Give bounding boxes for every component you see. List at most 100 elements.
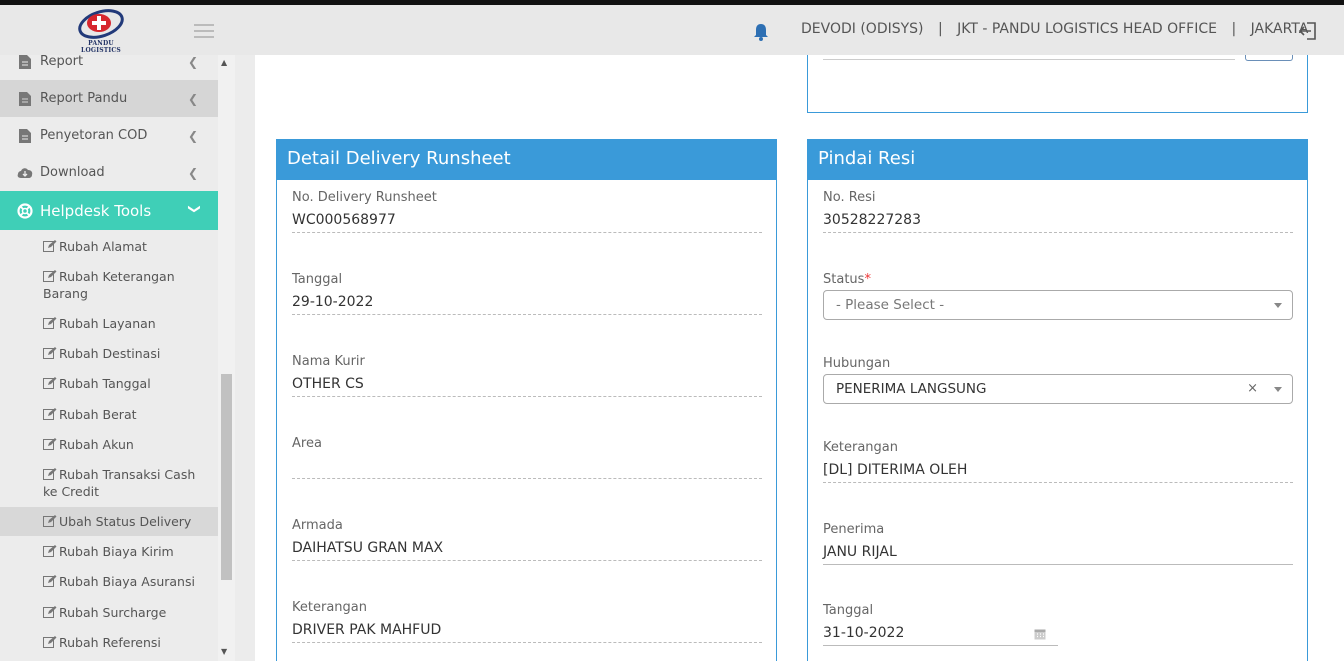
submenu-rubah-berat[interactable]: Rubah Berat (0, 406, 218, 423)
edit-icon (43, 270, 57, 282)
submenu-rubah-layanan[interactable]: Rubah Layanan (0, 315, 218, 332)
scrollbar-thumb[interactable] (221, 374, 232, 580)
edit-icon (43, 545, 57, 557)
scroll-down-arrow-icon[interactable]: ▼ (221, 647, 227, 656)
menu-toggle-icon[interactable] (194, 24, 214, 38)
submenu-label: Ubah Status Delivery (59, 514, 192, 529)
field-armada: Armada DAIHATSU GRAN MAX (292, 518, 762, 561)
edit-icon (43, 408, 57, 420)
submenu-label: Rubah Referensi (59, 635, 161, 650)
field-keterangan-pindai: Keterangan [DL] DITERIMA OLEH (823, 440, 1293, 483)
edit-icon (43, 575, 57, 587)
field-keterangan: Keterangan DRIVER PAK MAHFUD (292, 600, 762, 643)
submenu-rubah-tanggal[interactable]: Rubah Tanggal (0, 375, 218, 392)
edit-icon (43, 636, 57, 648)
pandu-logo[interactable]: PANDU LOGISTICS (70, 8, 132, 54)
file-icon (17, 128, 33, 144)
field-label: No. Delivery Runsheet (292, 190, 437, 205)
submenu-ubah-status-delivery[interactable]: Ubah Status Delivery (0, 507, 218, 536)
field-label: Area (292, 436, 322, 451)
main-content: Detail Delivery Runsheet No. Delivery Ru… (255, 55, 1344, 661)
field-label: Armada (292, 518, 343, 533)
sidebar-item-label: Report Pandu (40, 91, 128, 106)
top-header: PANDU LOGISTICS DEVODI (ODISYS) | JKT - … (0, 5, 1344, 55)
submenu-rubah-surcharge[interactable]: Rubah Surcharge (0, 604, 218, 621)
logo-text: PANDU LOGISTICS (81, 40, 121, 54)
submenu-label: Rubah Keterangan Barang (43, 269, 175, 301)
dropdown-arrow-icon (1274, 303, 1282, 308)
user-name: DEVODI (ODISYS) (801, 21, 924, 37)
sidebar-item-report-pandu[interactable]: Report Pandu ❮ (0, 80, 218, 117)
sidebar-item-report[interactable]: Report ❮ (0, 55, 218, 80)
edit-icon (43, 317, 57, 329)
submenu-label: Rubah Tanggal (59, 376, 151, 391)
submenu-label: Rubah Biaya Kirim (59, 544, 174, 559)
scroll-up-arrow-icon[interactable]: ▲ (221, 58, 227, 67)
submenu-label: Rubah Biaya Asuransi (59, 574, 195, 589)
field-area: Area (292, 436, 762, 479)
submenu-rubah-biaya-asuransi[interactable]: Rubah Biaya Asuransi (0, 573, 218, 590)
date-value: 31-10-2022 (823, 625, 905, 641)
logout-icon[interactable] (1297, 20, 1321, 42)
required-marker: * (864, 272, 871, 287)
field-value: 30528227283 (823, 211, 1293, 233)
edit-icon (43, 240, 57, 252)
submenu-label: Rubah Surcharge (59, 605, 167, 620)
calendar-icon[interactable] (1034, 628, 1046, 640)
submenu-rubah-biaya-kirim[interactable]: Rubah Biaya Kirim (0, 543, 218, 560)
submenu-label: Rubah Transaksi Cash ke Credit (43, 467, 196, 499)
sidebar-item-label: Penyetoran COD (40, 128, 148, 143)
sidebar-item-download[interactable]: Download ❮ (0, 154, 218, 191)
edit-icon (43, 438, 57, 450)
penerima-input[interactable]: JANU RIJAL (823, 543, 1293, 565)
status-select[interactable]: - Please Select - (823, 290, 1293, 320)
tanggal-date-input[interactable]: 31-10-2022 (823, 624, 1058, 646)
clear-icon[interactable]: × (1247, 381, 1258, 396)
input-underline[interactable] (823, 59, 1235, 60)
field-value: OTHER CS (292, 375, 762, 397)
dropdown-arrow-icon (1274, 387, 1282, 392)
field-label: Hubungan (823, 356, 891, 371)
panel-title: Detail Delivery Runsheet (277, 140, 776, 180)
submenu-rubah-keterangan-barang[interactable]: Rubah Keterangan Barang (0, 268, 218, 302)
sidebar-item-label: Helpdesk Tools (40, 201, 152, 220)
submenu-rubah-referensi[interactable]: Rubah Referensi (0, 634, 218, 651)
edit-icon (43, 347, 57, 359)
submenu-rubah-alamat[interactable]: Rubah Alamat (0, 238, 218, 255)
field-label: Nama Kurir (292, 354, 365, 369)
submenu-rubah-akun[interactable]: Rubah Akun (0, 436, 218, 453)
edit-icon (43, 468, 57, 480)
pindai-resi-panel: Pindai Resi No. Resi 30528227283 Status*… (807, 139, 1308, 661)
hubungan-select[interactable]: PENERIMA LANGSUNG × (823, 374, 1293, 404)
field-value: DRIVER PAK MAHFUD (292, 621, 762, 643)
sidebar-item-penyetoran-cod[interactable]: Penyetoran COD ❮ (0, 117, 218, 154)
lifebuoy-icon (17, 202, 33, 219)
submenu-label: Rubah Berat (59, 407, 137, 422)
panel-title: Pindai Resi (808, 140, 1307, 180)
field-status: Status* - Please Select - (823, 272, 1293, 320)
edit-icon (43, 515, 57, 527)
bell-icon[interactable] (752, 22, 770, 42)
submenu-rubah-destinasi[interactable]: Rubah Destinasi (0, 345, 218, 362)
submenu-rubah-transaksi-cash-ke-credit[interactable]: Rubah Transaksi Cash ke Credit (0, 466, 218, 500)
cloud-download-icon (17, 165, 33, 181)
field-label: Keterangan (823, 440, 898, 455)
office-name: JKT - PANDU LOGISTICS HEAD OFFICE (957, 21, 1217, 37)
keterangan-input[interactable]: [DL] DITERIMA OLEH (823, 461, 1293, 483)
field-nama-kurir: Nama Kurir OTHER CS (292, 354, 762, 397)
field-label: No. Resi (823, 190, 876, 205)
field-tanggal: Tanggal 29-10-2022 (292, 272, 762, 315)
sidebar: Report ❮ Report Pandu ❮ Penyetoran COD ❮… (0, 55, 218, 661)
user-info: DEVODI (ODISYS) | JKT - PANDU LOGISTICS … (801, 21, 1308, 37)
sidebar-item-helpdesk-tools[interactable]: Helpdesk Tools ❮ (0, 191, 218, 230)
separator: | (1231, 21, 1237, 37)
field-value: DAIHATSU GRAN MAX (292, 539, 762, 561)
field-label: Status* (823, 272, 1293, 287)
edit-icon (43, 606, 57, 618)
sidebar-item-label: Report (40, 55, 84, 69)
chevron-left-icon: ❮ (187, 55, 198, 69)
upper-panel-button[interactable] (1245, 55, 1293, 61)
field-label: Tanggal (823, 603, 874, 618)
field-label: Penerima (823, 522, 885, 537)
field-value: 29-10-2022 (292, 293, 762, 315)
